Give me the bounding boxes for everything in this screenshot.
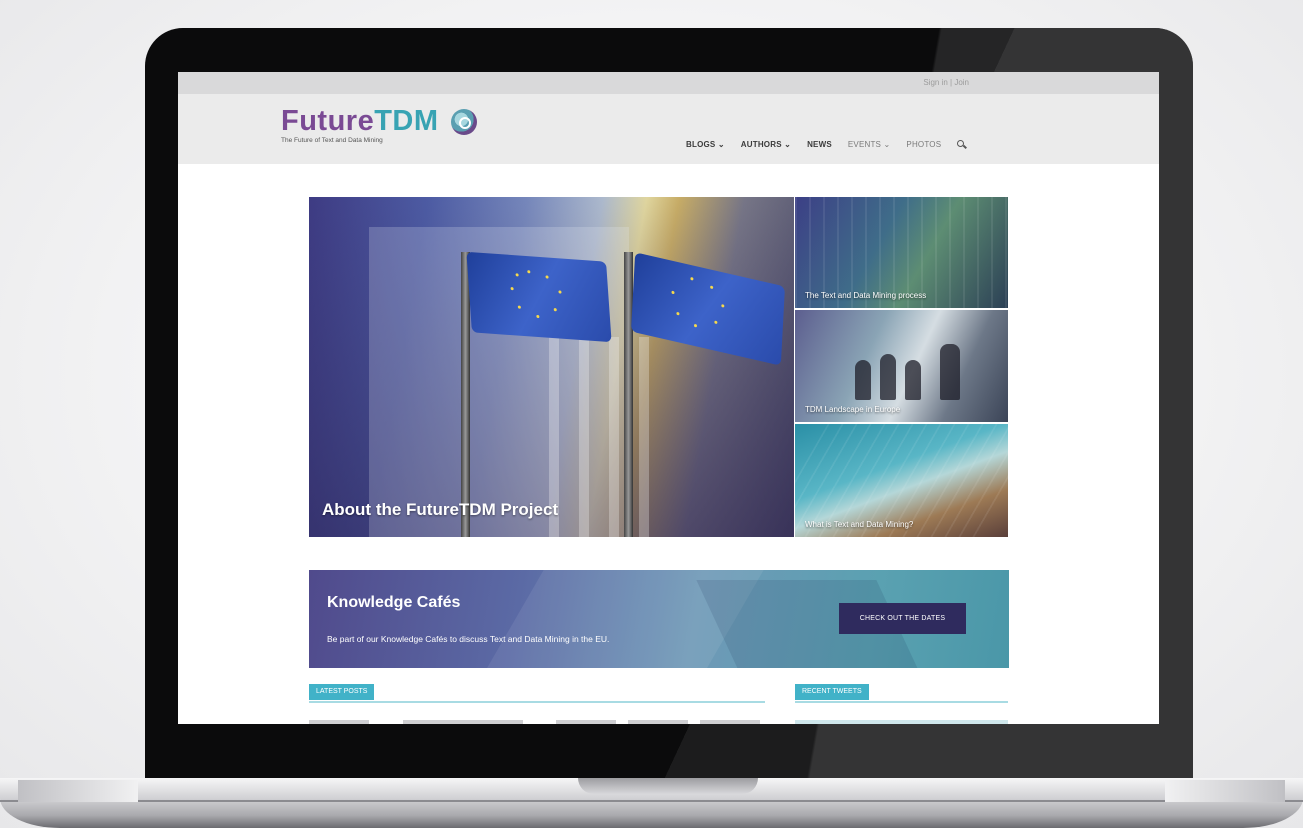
recent-tweets-header: RECENT TWEETS [795, 684, 1008, 703]
search-icon[interactable] [957, 139, 966, 149]
nav-item-authors[interactable]: AUTHORS ⌄ [741, 140, 791, 149]
banner-title: Knowledge Cafés [327, 594, 461, 611]
post-preview-stub [700, 720, 760, 724]
nav-item-blogs[interactable]: BLOGS ⌄ [686, 140, 725, 149]
eu-flag [631, 252, 785, 366]
website-screen: Sign in | Join FutureTDM The Future of T… [178, 72, 1159, 724]
logo-future: Future [281, 105, 375, 137]
eu-flag [466, 251, 612, 343]
column [639, 337, 649, 537]
logo-subtitle: The Future of Text and Data Mining [281, 137, 383, 144]
nav-item-news[interactable]: NEWS [807, 140, 832, 149]
logo-tdm: TDM [374, 105, 439, 137]
top-bar: Sign in | Join [178, 72, 1159, 94]
tile-caption: TDM Landscape in Europe [805, 405, 901, 414]
logo-title: FutureTDM [281, 106, 439, 136]
site-header: FutureTDM The Future of Text and Data Mi… [178, 94, 1159, 164]
hero-tile-tdm-process[interactable]: The Text and Data Mining process [795, 197, 1008, 308]
site-logo[interactable]: FutureTDM The Future of Text and Data Mi… [281, 106, 477, 144]
knowledge-cafes-banner: Knowledge Cafés Be part of our Knowledge… [309, 570, 1009, 668]
laptop-notch [578, 778, 758, 794]
nav-item-events[interactable]: EVENTS ⌄ [848, 140, 891, 149]
latest-posts-tab[interactable]: LATEST POSTS [309, 684, 375, 700]
person-figure [940, 344, 960, 400]
main-nav: BLOGS ⌄ AUTHORS ⌄ NEWS EVENTS ⌄ PHOTOS [686, 138, 966, 150]
person-figure [880, 354, 896, 400]
hero-tile-tdm-landscape[interactable]: TDM Landscape in Europe [795, 310, 1008, 422]
column [609, 337, 619, 537]
post-preview-stub [556, 720, 616, 724]
recent-tweets-tab[interactable]: RECENT TWEETS [795, 684, 869, 700]
check-dates-button[interactable]: CHECK OUT THE DATES [839, 603, 966, 634]
laptop-base-side-left [18, 780, 138, 802]
flag-pole [624, 252, 633, 537]
tweet-preview-stub [795, 720, 1008, 724]
tile-caption: The Text and Data Mining process [805, 291, 927, 300]
latest-posts-header: LATEST POSTS [309, 684, 765, 703]
column [579, 337, 589, 537]
person-figure [905, 360, 921, 400]
laptop-base-edge [0, 800, 1303, 802]
signin-link[interactable]: Sign in | Join [923, 78, 969, 87]
nav-item-photos[interactable]: PHOTOS [906, 140, 941, 149]
post-preview-stub [309, 720, 369, 724]
post-preview-stub [628, 720, 688, 724]
person-figure [855, 360, 871, 400]
hero-tile-what-is-tdm[interactable]: What is Text and Data Mining? [795, 424, 1008, 537]
hero-feature-about[interactable]: About the FutureTDM Project [309, 197, 794, 537]
post-preview-stub [403, 720, 523, 724]
logo-magnifier-icon [451, 109, 477, 135]
laptop-base-side-right [1165, 780, 1285, 802]
banner-text: Be part of our Knowledge Cafés to discus… [327, 634, 610, 644]
tile-caption: What is Text and Data Mining? [805, 520, 914, 529]
hero-caption: About the FutureTDM Project [322, 500, 559, 519]
